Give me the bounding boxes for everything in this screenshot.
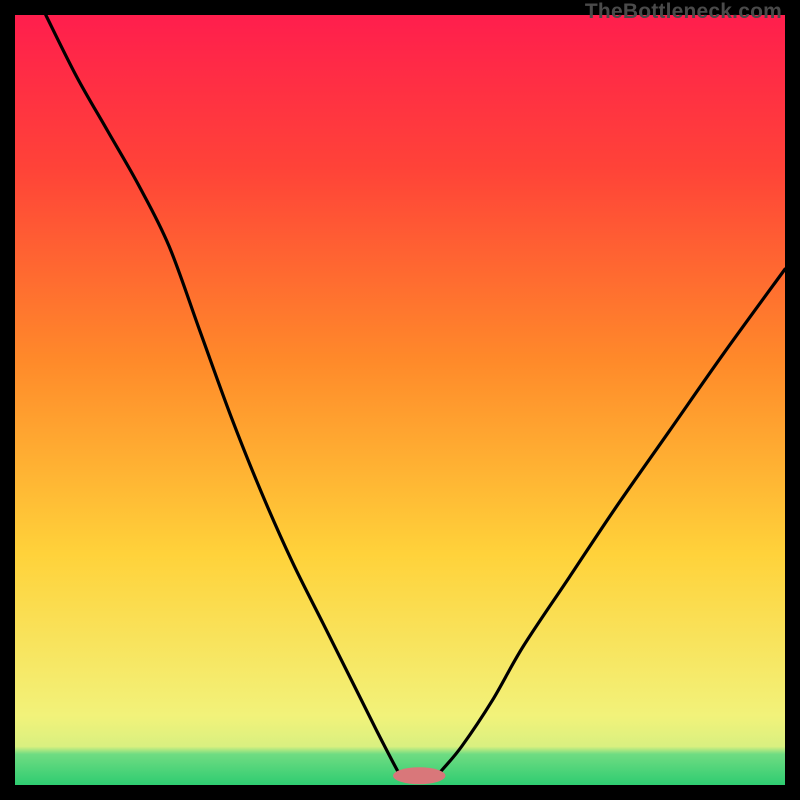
- watermark-text: TheBottleneck.com: [585, 0, 782, 24]
- chart-plot-area: [15, 15, 785, 785]
- minimum-marker: [393, 767, 445, 784]
- gradient-background: [15, 15, 785, 785]
- chart-svg: [15, 15, 785, 785]
- chart-frame: TheBottleneck.com: [0, 0, 800, 800]
